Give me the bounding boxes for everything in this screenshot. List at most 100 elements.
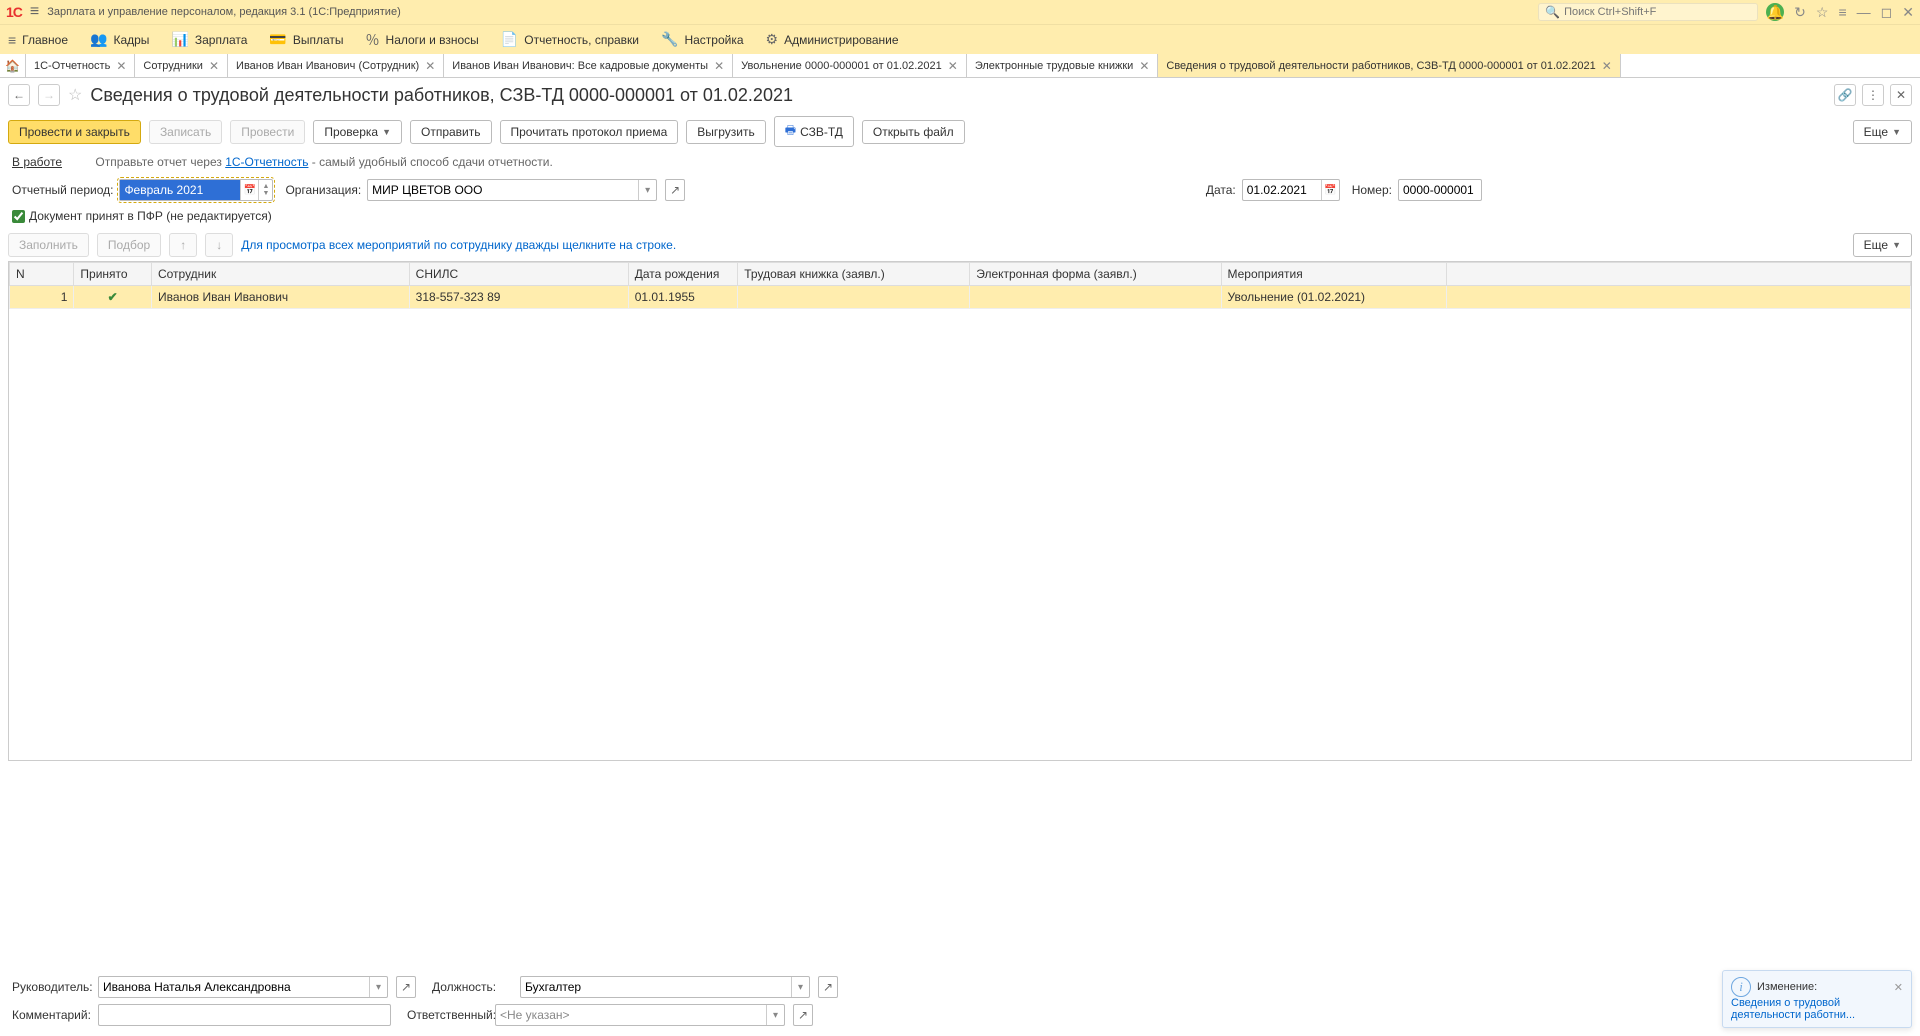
col-header[interactable]: Электронная форма (заявл.) (970, 263, 1221, 286)
date-field[interactable]: 📅 (1242, 179, 1340, 201)
col-header[interactable]: СНИЛС (409, 263, 628, 286)
comment-input[interactable] (99, 1005, 390, 1025)
mainmenu-item[interactable]: 👥Кадры (90, 31, 149, 48)
home-tab[interactable]: 🏠 (0, 54, 26, 77)
date-input[interactable] (1243, 180, 1321, 200)
chevron-down-icon: ▼ (1892, 240, 1901, 250)
menu-item-icon: 💳 (269, 31, 286, 48)
number-field[interactable] (1398, 179, 1482, 201)
col-header[interactable]: Сотрудник (151, 263, 409, 286)
resp-input[interactable] (496, 1005, 766, 1025)
history-icon[interactable]: ↻ (1794, 4, 1806, 21)
comment-field[interactable] (98, 1004, 391, 1026)
resp-field[interactable]: ▾ (495, 1004, 785, 1026)
chevron-down-icon[interactable]: ▾ (369, 977, 387, 997)
table-more-button[interactable]: Еще▼ (1853, 233, 1912, 257)
head-input[interactable] (99, 977, 369, 997)
tab-close-icon[interactable]: ✕ (1139, 59, 1149, 73)
reporting-link[interactable]: 1С-Отчетность (225, 155, 308, 169)
tab-close-icon[interactable]: ✕ (425, 59, 435, 73)
mainmenu-item[interactable]: 📊Зарплата (171, 31, 247, 48)
date-label: Дата: (1206, 183, 1236, 197)
toolbar: Провести и закрыть Записать Провести Про… (0, 112, 1920, 151)
more-button[interactable]: Еще▼ (1853, 120, 1912, 144)
cell-dob: 01.01.1955 (628, 286, 738, 309)
tab[interactable]: Иванов Иван Иванович: Все кадровые докум… (444, 54, 733, 77)
head-open-icon[interactable]: ↗ (396, 976, 416, 998)
mainmenu-item[interactable]: 💳Выплаты (269, 31, 343, 48)
col-header[interactable] (1447, 263, 1911, 286)
tab-close-icon[interactable]: ✕ (116, 59, 126, 73)
search-input[interactable] (1564, 6, 1751, 18)
table-wrap[interactable]: NПринятоСотрудникСНИЛСДата рожденияТрудо… (8, 261, 1912, 761)
calendar-icon[interactable]: 📅 (240, 180, 258, 200)
pos-field[interactable]: ▾ (520, 976, 810, 998)
link-icon[interactable]: 🔗 (1834, 84, 1856, 106)
notification-toast[interactable]: i Изменение: ✕ Сведения о трудовой деяте… (1722, 970, 1912, 1028)
kebab-icon[interactable]: ⋮ (1862, 84, 1884, 106)
resp-open-icon[interactable]: ↗ (793, 1004, 813, 1026)
post-and-close-button[interactable]: Провести и закрыть (8, 120, 141, 144)
back-button[interactable]: ← (8, 84, 30, 106)
col-header[interactable]: N (10, 263, 74, 286)
chevron-down-icon[interactable]: ▾ (766, 1005, 784, 1025)
tab-close-icon[interactable]: ✕ (714, 59, 724, 73)
open-file-button[interactable]: Открыть файл (862, 120, 965, 144)
accepted-checkbox[interactable] (12, 210, 25, 223)
chevron-down-icon[interactable]: ▾ (638, 180, 656, 200)
pos-open-icon[interactable]: ↗ (818, 976, 838, 998)
mainmenu-item[interactable]: ％Налоги и взносы (366, 30, 479, 50)
tab[interactable]: Увольнение 0000-000001 от 01.02.2021✕ (733, 54, 967, 77)
col-header[interactable]: Трудовая книжка (заявл.) (738, 263, 970, 286)
org-input[interactable] (368, 180, 638, 200)
maximize-icon[interactable]: ◻ (1881, 4, 1893, 21)
period-spinner[interactable]: ▲▼ (258, 180, 272, 200)
tab[interactable]: Иванов Иван Иванович (Сотрудник)✕ (228, 54, 444, 77)
close-window-icon[interactable]: ✕ (1902, 4, 1914, 21)
menu-icon[interactable]: ≡ (1838, 4, 1846, 20)
menu-item-label: Настройка (684, 33, 743, 47)
period-input[interactable] (120, 180, 240, 200)
tab[interactable]: 1С-Отчетность✕ (26, 54, 135, 77)
notif-link[interactable]: Сведения о трудовой деятельности работни… (1731, 997, 1855, 1021)
hamburger-icon[interactable]: ≡ (30, 3, 39, 21)
period-field[interactable]: 📅 ▲▼ (119, 179, 273, 201)
read-protocol-button[interactable]: Прочитать протокол приема (500, 120, 679, 144)
org-open-icon[interactable]: ↗ (665, 179, 685, 201)
mainmenu-item[interactable]: ⚙Администрирование (766, 31, 899, 48)
col-header[interactable]: Дата рождения (628, 263, 738, 286)
tab[interactable]: Сведения о трудовой деятельности работни… (1158, 54, 1620, 77)
mainmenu-item[interactable]: 📄Отчетность, справки (501, 31, 639, 48)
tab[interactable]: Сотрудники✕ (135, 54, 228, 77)
szvtd-button[interactable]: 🖶СЗВ-ТД (774, 116, 854, 147)
number-input[interactable] (1399, 180, 1481, 200)
search-box[interactable]: 🔍 (1538, 3, 1758, 21)
bell-icon[interactable]: 🔔 (1766, 3, 1784, 21)
forward-button[interactable]: → (38, 84, 60, 106)
org-field[interactable]: ▾ (367, 179, 657, 201)
mainmenu-item[interactable]: 🔧Настройка (661, 31, 744, 48)
export-button[interactable]: Выгрузить (686, 120, 766, 144)
check-button[interactable]: Проверка▼ (313, 120, 402, 144)
close-page-icon[interactable]: ✕ (1890, 84, 1912, 106)
col-header[interactable]: Мероприятия (1221, 263, 1447, 286)
pos-input[interactable] (521, 977, 791, 997)
mainmenu-item[interactable]: ≡Главное (8, 32, 68, 48)
favorite-icon[interactable]: ☆ (68, 85, 82, 105)
calendar-icon[interactable]: 📅 (1321, 180, 1339, 200)
tab[interactable]: Электронные трудовые книжки✕ (967, 54, 1159, 77)
head-field[interactable]: ▾ (98, 976, 388, 998)
status-link[interactable]: В работе (12, 155, 62, 169)
chevron-down-icon: ▼ (382, 127, 391, 137)
tab-close-icon[interactable]: ✕ (948, 59, 958, 73)
col-header[interactable]: Принято (74, 263, 152, 286)
table-row[interactable]: 1✔Иванов Иван Иванович318-557-323 8901.0… (10, 286, 1911, 309)
send-button[interactable]: Отправить (410, 120, 492, 144)
minimize-icon[interactable]: — (1857, 4, 1871, 20)
cell-empty (1447, 286, 1911, 309)
tab-close-icon[interactable]: ✕ (209, 59, 219, 73)
star-icon[interactable]: ☆ (1816, 4, 1829, 21)
tab-close-icon[interactable]: ✕ (1602, 59, 1612, 73)
chevron-down-icon[interactable]: ▾ (791, 977, 809, 997)
notif-close-icon[interactable]: ✕ (1894, 981, 1903, 994)
